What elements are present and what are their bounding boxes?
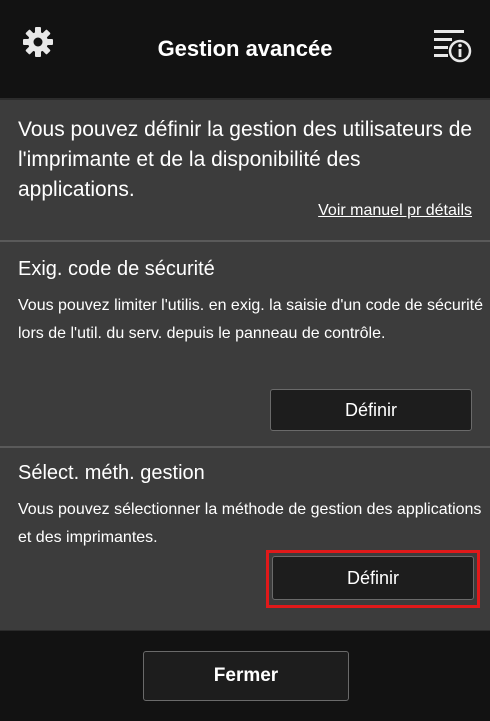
- page-title: Gestion avancée: [157, 36, 333, 61]
- section-divider: [0, 446, 490, 448]
- management-define-button[interactable]: Définir: [272, 556, 474, 600]
- management-method-description: Vous pouvez sélectionner la méthode de g…: [18, 501, 482, 546]
- close-button[interactable]: Fermer: [143, 651, 349, 701]
- manual-details-link[interactable]: Voir manuel pr détails: [318, 202, 472, 220]
- security-code-title: Exig. code de sécurité: [18, 258, 215, 280]
- security-define-button[interactable]: Définir: [270, 389, 472, 431]
- app-screen: Gestion avancée Vous pouvez définir la g…: [0, 0, 490, 721]
- footer-bar: Fermer: [0, 630, 490, 721]
- intro-text: Vous pouvez définir la gestion des utili…: [18, 118, 473, 201]
- section-divider: [0, 240, 490, 242]
- menu-info-icon[interactable]: [432, 26, 472, 64]
- header-bar: Gestion avancée: [0, 0, 490, 100]
- management-method-title: Sélect. méth. gestion: [18, 462, 205, 484]
- security-code-description: Vous pouvez limiter l'utilis. en exig. l…: [18, 297, 484, 342]
